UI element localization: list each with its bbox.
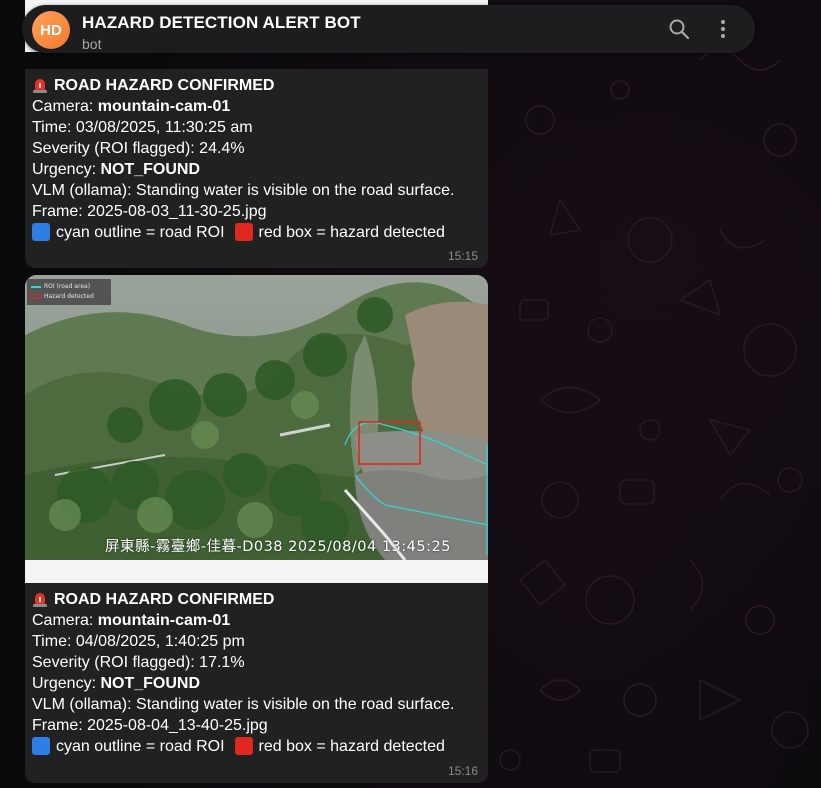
- frame-line: Frame: 2025-08-03_11-30-25.jpg: [32, 203, 267, 220]
- red-square-icon: [234, 737, 253, 755]
- message-text: ROAD HAZARD CONFIRMED Camera: mountain-c…: [32, 589, 482, 757]
- time-line: Time: 04/08/2025, 1:40:25 pm: [32, 633, 245, 650]
- camera-timestamp: 屏東縣-霧臺鄉-佳暮-D038 2025/08/04 13:45:25: [105, 539, 451, 555]
- message-heading: ROAD HAZARD CONFIRMED: [32, 589, 482, 610]
- camera-line: Camera: mountain-cam-01: [32, 612, 231, 629]
- photo-attachment[interactable]: ROI (road area) Hazard detected 屏東縣-霧臺鄉-…: [25, 275, 488, 583]
- legend-line: cyan outline = road ROI red box = hazard …: [32, 736, 482, 757]
- more-vertical-icon[interactable]: [711, 17, 735, 41]
- urgency-line: Urgency: NOT_FOUND: [32, 675, 201, 692]
- camera-photo[interactable]: ROI (road area) Hazard detected 屏東縣-霧臺鄉-…: [25, 275, 488, 560]
- chat-header[interactable]: HD HAZARD DETECTION ALERT BOT bot: [22, 5, 755, 53]
- camera-line: Camera: mountain-cam-01: [32, 98, 231, 115]
- siren-icon: [33, 79, 47, 93]
- avatar[interactable]: HD: [32, 11, 70, 49]
- frame-line: Frame: 2025-08-04_13-40-25.jpg: [32, 717, 268, 734]
- chat-subtitle: bot: [82, 36, 102, 52]
- legend-line: cyan outline = road ROI red box = hazard …: [32, 222, 482, 243]
- severity-line: Severity (ROI flagged): 24.4%: [32, 140, 245, 157]
- siren-icon: [33, 593, 47, 607]
- message-text: ROAD HAZARD CONFIRMED Camera: mountain-c…: [32, 75, 482, 243]
- vlm-line: VLM (ollama): Standing water is visible …: [32, 696, 455, 713]
- camera-name: mountain-cam-01: [97, 612, 231, 629]
- message-bubble[interactable]: ROAD HAZARD CONFIRMED Camera: mountain-c…: [25, 69, 488, 268]
- message-time: 15:16: [447, 764, 478, 778]
- message-time: 15:15: [447, 249, 478, 263]
- urgency-value: NOT_FOUND: [100, 161, 201, 178]
- message-heading: ROAD HAZARD CONFIRMED: [32, 75, 482, 96]
- message-bubble[interactable]: ROI (road area) Hazard detected 屏東縣-霧臺鄉-…: [25, 275, 488, 783]
- search-icon[interactable]: [667, 17, 691, 41]
- time-line: Time: 03/08/2025, 11:30:25 am: [32, 119, 253, 136]
- legend-roi-row: ROI (road area): [31, 282, 90, 292]
- severity-line: Severity (ROI flagged): 17.1%: [32, 654, 245, 671]
- chat-title: HAZARD DETECTION ALERT BOT: [82, 13, 361, 32]
- urgency-value: NOT_FOUND: [100, 675, 201, 692]
- legend-hazard-row: Hazard detected: [31, 292, 94, 302]
- blue-square-icon: [32, 223, 50, 241]
- urgency-line: Urgency: NOT_FOUND: [32, 161, 201, 178]
- vlm-line: VLM (ollama): Standing water is visible …: [32, 182, 455, 199]
- blue-square-icon: [32, 737, 50, 755]
- photo-legend: ROI (road area) Hazard detected: [27, 279, 111, 305]
- red-square-icon: [234, 223, 253, 241]
- landslide-scene: [25, 275, 488, 560]
- camera-name: mountain-cam-01: [97, 98, 231, 115]
